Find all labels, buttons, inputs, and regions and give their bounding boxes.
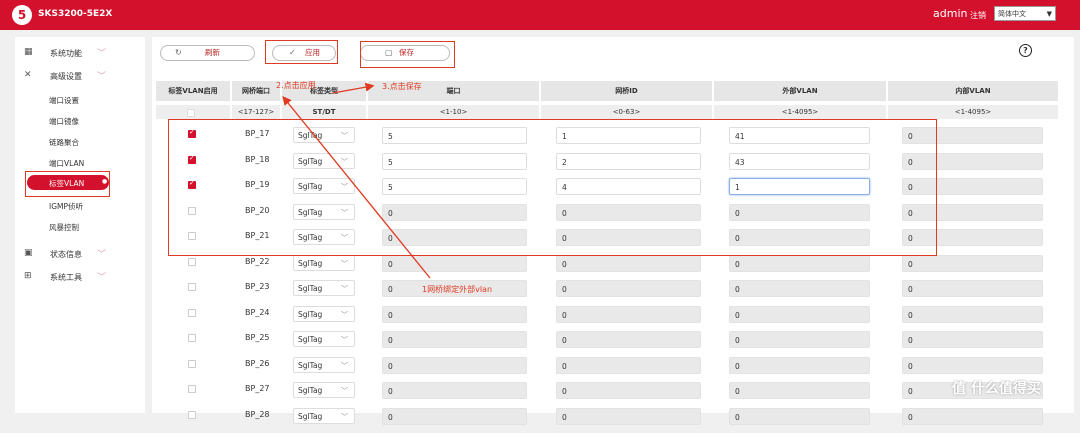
arrow-to-save [332, 82, 375, 94]
annotation-arrows [282, 82, 431, 279]
watermark-logo: 值 什么值得买 [952, 381, 1041, 397]
arrow-to-apply [282, 95, 431, 279]
